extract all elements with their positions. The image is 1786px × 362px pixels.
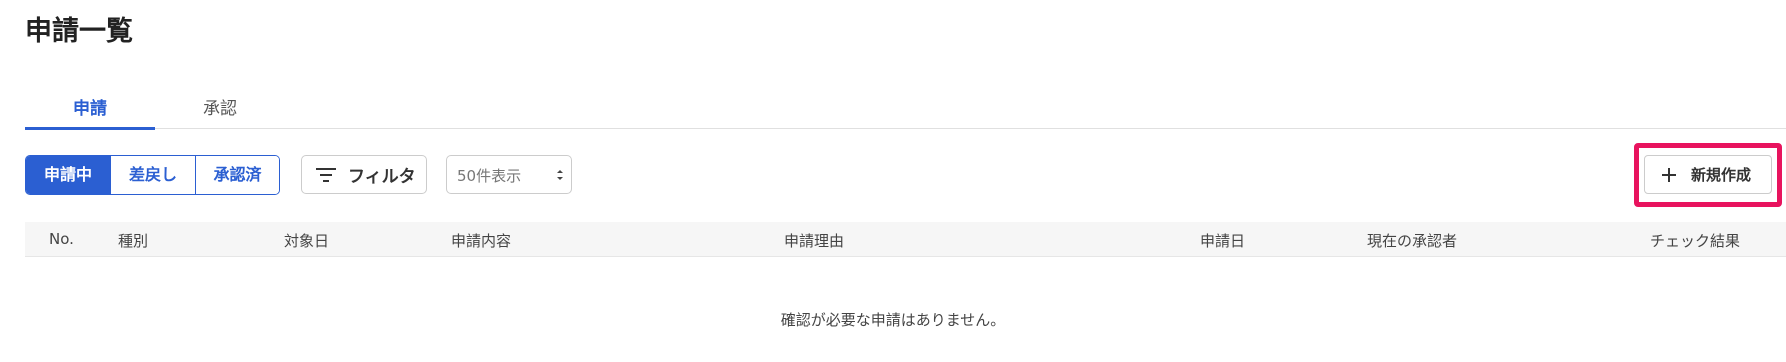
column-header-check-result: チェック結果	[1650, 232, 1741, 250]
tab-approvals[interactable]: 承認	[155, 94, 285, 126]
filter-button[interactable]: フィルタ	[301, 155, 427, 194]
filter-button-label: フィルタ	[348, 167, 416, 187]
column-header-application-date: 申請日	[1200, 232, 1246, 250]
status-returned-button[interactable]: 差戻し	[110, 156, 195, 194]
page-size-select[interactable]: 50件表示	[446, 155, 572, 194]
filter-icon	[316, 167, 336, 182]
status-segmented-control: 申請中 差戻し 承認済	[25, 155, 280, 195]
plus-icon	[1662, 167, 1676, 182]
new-create-button-label: 新規作成	[1691, 166, 1752, 184]
status-pending-button[interactable]: 申請中	[26, 156, 110, 194]
page-title: 申請一覧	[25, 16, 133, 47]
tab-applications[interactable]: 申請	[25, 94, 155, 130]
page-size-select-value: 50件表示	[457, 167, 522, 185]
column-header-content: 申請内容	[451, 232, 512, 250]
status-approved-button[interactable]: 承認済	[195, 156, 279, 194]
column-header-target-date: 対象日	[284, 232, 330, 250]
tab-bar: 申請 承認	[25, 94, 1786, 130]
column-header-reason: 申請理由	[784, 232, 845, 250]
empty-table-message: 確認が必要な申請はありません。	[780, 311, 1006, 329]
select-arrows-icon	[557, 170, 563, 180]
column-header-type: 種別	[118, 232, 149, 250]
new-create-button[interactable]: 新規作成	[1644, 155, 1772, 194]
table-header: No. 種別 対象日 申請内容 申請理由 申請日 現在の承認者 チェック結果	[25, 222, 1786, 257]
column-header-no: No.	[49, 230, 74, 248]
column-header-current-approver: 現在の承認者	[1367, 232, 1458, 250]
